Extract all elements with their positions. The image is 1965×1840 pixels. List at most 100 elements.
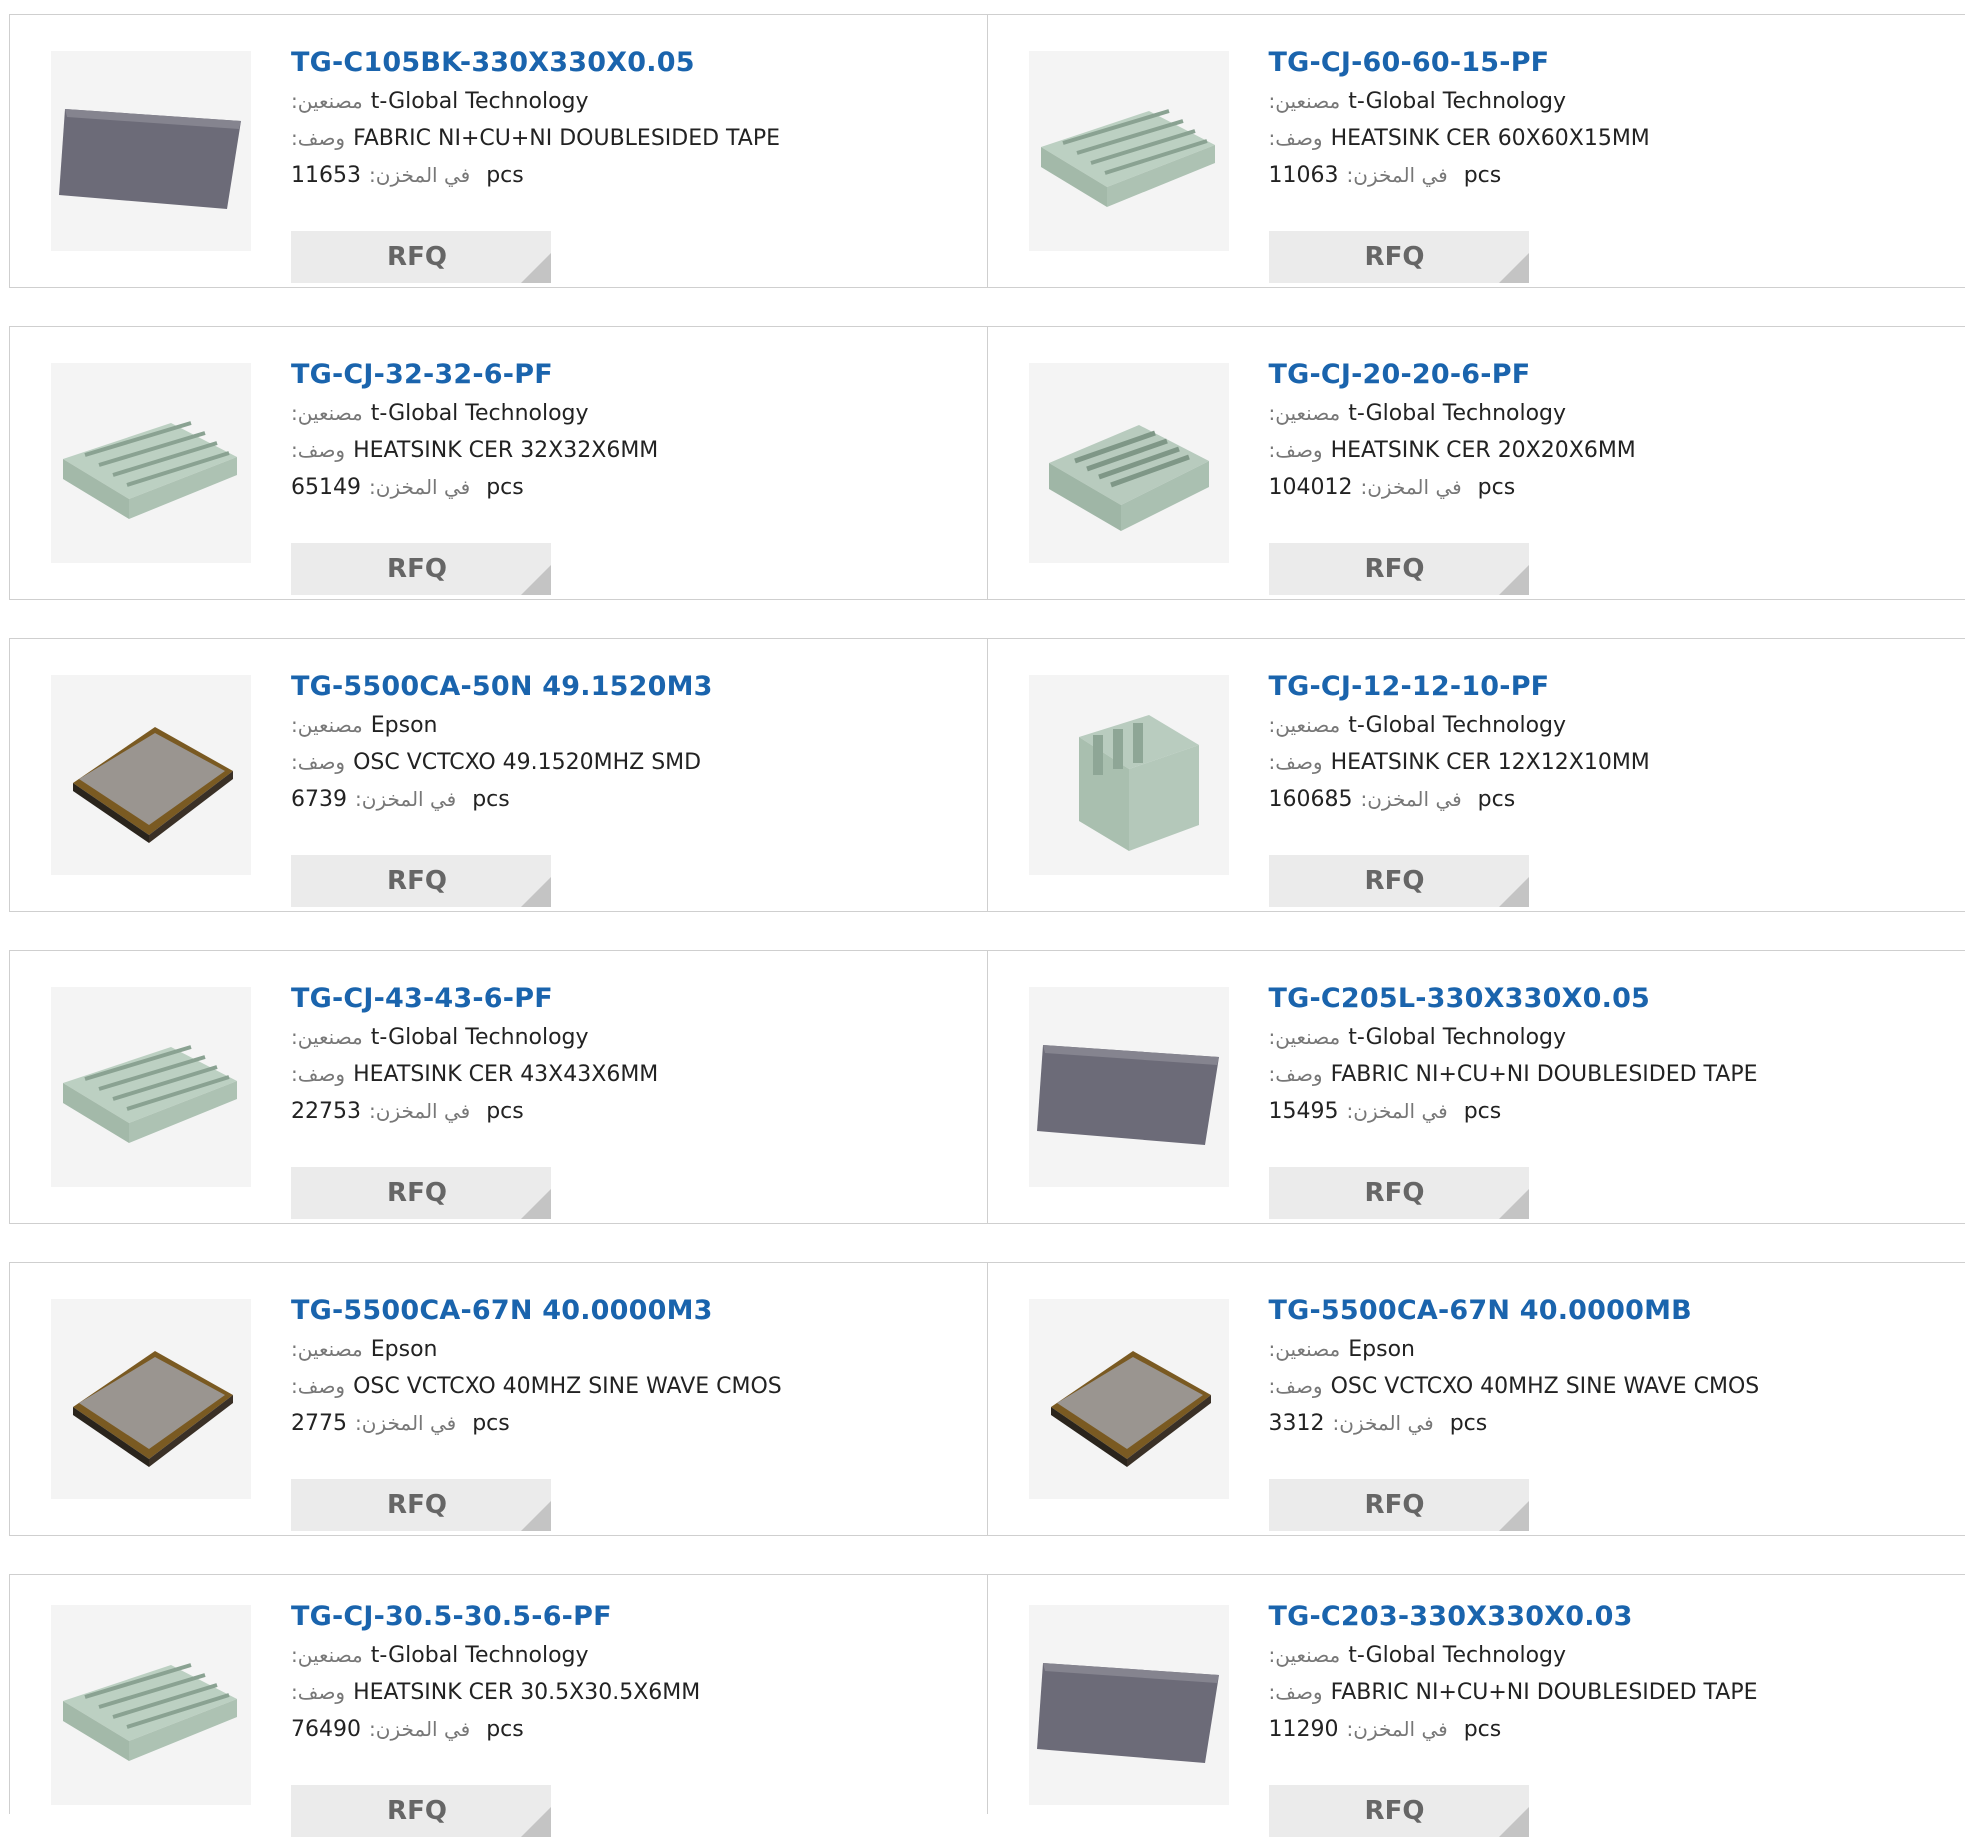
rfq-button[interactable]: RFQ	[1268, 1479, 1529, 1531]
stock-label: :في المخزن	[369, 163, 471, 187]
stock-label: :في المخزن	[355, 787, 457, 811]
rfq-button[interactable]: RFQ	[1268, 231, 1529, 283]
heatsink-image[interactable]	[51, 987, 251, 1187]
description-value: OSC VCTCXO 49.1520MHZ SMD	[353, 750, 702, 775]
manufacturer-label: :مصنعين	[291, 1025, 363, 1049]
product-title-link[interactable]: TG-C105BK-330X330X0.05	[291, 43, 967, 83]
product-row: TG-CJ-30.5-30.5-6-PF :مصنعين t-Global Tech…	[9, 1574, 1965, 1837]
stock-label: :في المخزن	[1346, 1099, 1448, 1123]
description-label: :وصف	[291, 438, 346, 462]
product-card: TG-C203-330X330X0.03:مصنعين t-Global Tech…	[988, 1575, 1965, 1837]
stock-line: 6739 :في المخزن pcs	[291, 781, 967, 818]
description-label: :وصف	[291, 1374, 346, 1398]
stock-value: 11063	[1268, 163, 1339, 188]
stock-label: :في المخزن	[1360, 787, 1462, 811]
description-value: HEATSINK CER 30.5X30.5X6MM	[353, 1680, 701, 1705]
product-info: TG-5500CA-50N 49.1520M3 :مصنعين Epson :وصف O…	[291, 667, 967, 907]
corner-triangle-icon	[1498, 1501, 1529, 1531]
rfq-label: RFQ	[1364, 866, 1425, 896]
stock-label: :في المخزن	[1346, 1717, 1448, 1741]
heatsink-grid-image[interactable]	[1028, 363, 1229, 563]
rfq-button[interactable]: RFQ	[291, 1479, 551, 1531]
rfq-button[interactable]: RFQ	[291, 1785, 551, 1837]
corner-triangle-icon	[1498, 253, 1529, 283]
description-line: :وصف HEATSINK CER 60X60X15MM	[1269, 120, 1946, 157]
stock-value: 11653	[291, 163, 361, 188]
product-row: TG-CJ-43-43-6-PF:مصنعين t-Global Technolo…	[9, 950, 1965, 1224]
product-title-link[interactable]: TG-C205L-330X330X0.05	[1269, 979, 1946, 1019]
corner-triangle-icon	[521, 565, 551, 595]
product-title-link[interactable]: TG-CJ-43-43-6-PF	[291, 979, 967, 1019]
corner-triangle-icon	[1498, 1807, 1529, 1837]
description-value: FABRIC NI+CU+NI DOUBLESIDED TAPE	[353, 126, 780, 151]
rfq-button[interactable]: RFQ	[291, 231, 551, 283]
product-card: TG-CJ-32-32-6-PF:مصنعين t-Global Technolo…	[10, 327, 988, 599]
manufacturer-label: :مصنعين	[291, 713, 363, 737]
description-line: :وصف FABRIC NI+CU+NI DOUBLESIDED TAPE	[1269, 1056, 1946, 1093]
stock-unit: pcs	[486, 475, 524, 500]
description-value: HEATSINK CER 12X12X10MM	[1330, 750, 1650, 775]
heatsink-image[interactable]	[51, 363, 251, 563]
rfq-label: RFQ	[1364, 1178, 1425, 1208]
stock-label: :في المخزن	[369, 1717, 471, 1741]
rfq-label: RFQ	[1364, 242, 1425, 272]
product-info: TG-CJ-30.5-30.5-6-PF:مصنعين t-Global Tech…	[291, 1597, 967, 1837]
rfq-button[interactable]: RFQ	[1268, 1785, 1529, 1837]
manufacturer-value: t-Global Technology	[370, 89, 589, 114]
description-value: FABRIC NI+CU+NI DOUBLESIDED TAPE	[1330, 1062, 1758, 1087]
rfq-button[interactable]: RFQ	[291, 543, 551, 595]
product-title-link[interactable]: TG-5500CA-50N 49.1520M3	[291, 667, 967, 707]
sheet-image[interactable]	[51, 51, 251, 251]
manufacturer-value: t-Global Technology	[1348, 89, 1567, 114]
rfq-button[interactable]: RFQ	[1268, 855, 1529, 907]
description-line: :وصف HEATSINK CER 12X12X10MM	[1269, 744, 1946, 781]
product-title-link[interactable]: TG-C203-330X330X0.03	[1269, 1597, 1946, 1637]
description-label: :وصف	[1268, 750, 1323, 774]
manufacturer-label: :مصنعين	[291, 89, 363, 113]
stock-line: 104012:في المخزن pcs	[1269, 469, 1946, 506]
stock-unit: pcs	[1463, 1099, 1502, 1124]
product-title-link[interactable]: TG-CJ-12-12-10-PF	[1269, 667, 1946, 707]
manufacturer-label: :مصنعين	[291, 1643, 363, 1667]
rfq-button[interactable]: RFQ	[291, 1167, 551, 1219]
product-title-link[interactable]: TG-CJ-30.5-30.5-6-PF	[291, 1597, 967, 1637]
heatsink-block-image[interactable]	[1028, 675, 1229, 875]
manufacturer-value: Epson	[370, 713, 438, 738]
product-card: TG-CJ-60-60-15-PF:مصنعين t-Global Technol…	[988, 15, 1965, 287]
manufacturer-line: :مصنعين t-Global Technology	[1269, 1637, 1946, 1674]
product-title-link[interactable]: TG-CJ-20-20-6-PF	[1269, 355, 1946, 395]
corner-triangle-icon	[521, 253, 551, 283]
description-line: :وصف OSC VCTCXO 40MHZ SINE WAVE CMOS	[1269, 1368, 1946, 1405]
manufacturer-label: :مصنعين	[291, 401, 363, 425]
oscillator-image[interactable]	[51, 675, 251, 875]
manufacturer-line: :مصنعين Epson	[291, 707, 967, 744]
heatsink-image[interactable]	[51, 1605, 251, 1805]
stock-unit: pcs	[472, 787, 510, 812]
sheet-image[interactable]	[1028, 987, 1229, 1187]
description-line: :وصف FABRIC NI+CU+NI DOUBLESIDED TAPE	[1269, 1674, 1946, 1711]
manufacturer-line: :مصنعين t-Global Technology	[291, 395, 967, 432]
corner-triangle-icon	[1498, 1189, 1529, 1219]
product-row: TG-C105BK-330X330X0.05 :مصنعين t-Global Te…	[9, 14, 1965, 288]
product-title-link[interactable]: TG-5500CA-67N 40.0000M3	[291, 1291, 967, 1331]
rfq-button[interactable]: RFQ	[291, 855, 551, 907]
oscillator-image[interactable]	[51, 1299, 251, 1499]
oscillator-image[interactable]	[1028, 1299, 1229, 1499]
description-label: :وصف	[291, 750, 346, 774]
manufacturer-label: :مصنعين	[291, 1337, 363, 1361]
product-title-link[interactable]: TG-CJ-60-60-15-PF	[1269, 43, 1946, 83]
manufacturer-label: :مصنعين	[1268, 1643, 1341, 1667]
rfq-label: RFQ	[1364, 1490, 1425, 1520]
product-title-link[interactable]: TG-5500CA-67N 40.0000MB	[1269, 1291, 1946, 1331]
description-label: :وصف	[1268, 1062, 1323, 1086]
product-title-link[interactable]: TG-CJ-32-32-6-PF	[291, 355, 967, 395]
stock-value: 6739	[291, 787, 347, 812]
heatsink-image[interactable]	[1028, 51, 1229, 251]
manufacturer-line: :مصنعين t-Global Technology	[1269, 395, 1946, 432]
rfq-button[interactable]: RFQ	[1268, 1167, 1529, 1219]
rfq-button[interactable]: RFQ	[1268, 543, 1529, 595]
stock-value: 160685	[1268, 787, 1353, 812]
manufacturer-line: :مصنعين t-Global Technology	[291, 83, 967, 120]
manufacturer-value: Epson	[370, 1337, 438, 1362]
sheet-image[interactable]	[1028, 1605, 1229, 1805]
